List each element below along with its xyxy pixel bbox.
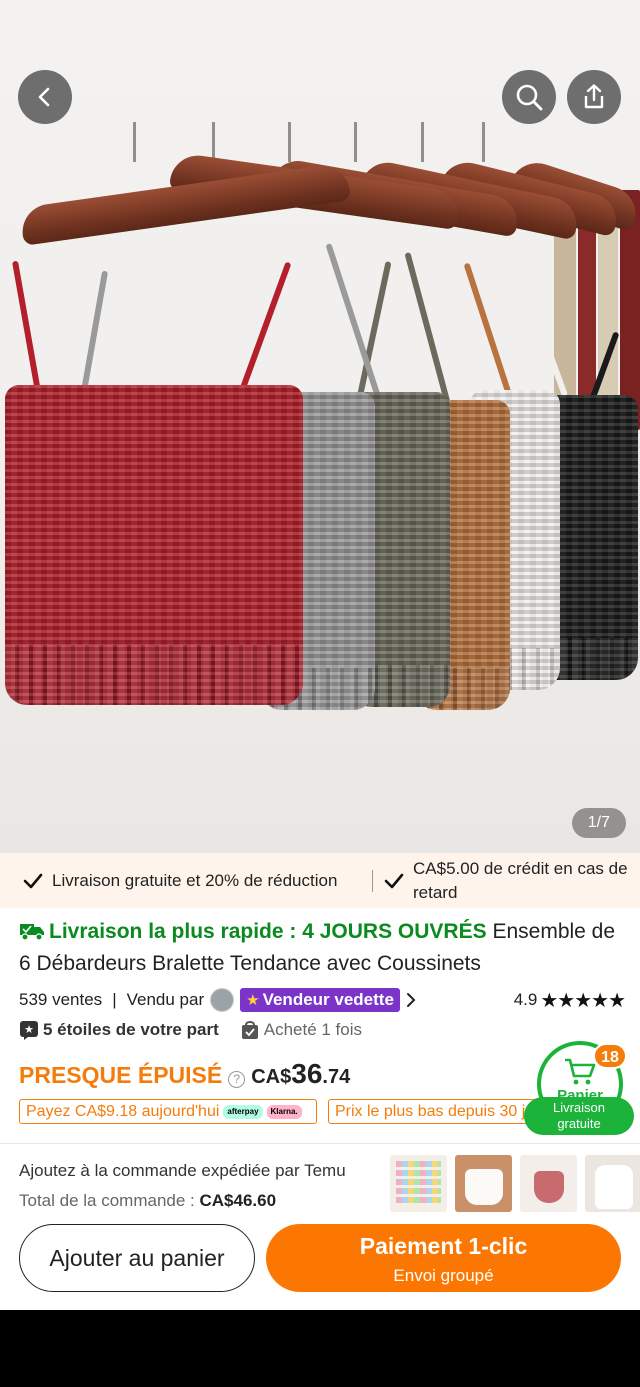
product-image[interactable]: 1/7 [0,0,640,853]
thumbnail-stickers[interactable] [390,1155,447,1212]
seller-avatar[interactable] [210,988,235,1012]
search-icon [516,84,543,111]
check-icon [23,873,43,888]
divider [0,1143,640,1144]
share-button[interactable] [567,70,621,124]
star-icon: ★ [246,992,260,1009]
back-button[interactable] [18,70,72,124]
add-to-cart-button[interactable]: Ajouter au panier [19,1224,255,1292]
thumbnail-white-set[interactable] [585,1155,640,1212]
share-icon [584,84,604,109]
cart-icon [565,1058,596,1085]
price-currency: CA$ [251,1066,292,1088]
promo-strip[interactable]: Livraison gratuite et 20% de réduction C… [0,853,640,908]
chevron-right-icon[interactable] [404,991,418,1009]
sold-by-label: Vendu par [126,990,205,1009]
featured-seller-badge[interactable]: ★ Vendeur vedette [240,988,400,1012]
svg-text:★: ★ [24,1023,34,1036]
search-button[interactable] [502,70,556,124]
price-integer: 36 [291,1058,323,1089]
price-decimal: .74 [322,1066,351,1088]
cart-free-shipping: Livraison gratuite [524,1097,634,1135]
free-shipping-text: Livraison gratuite et 20% de réduction [52,870,338,890]
installment-box[interactable]: Payez CA$9.18 aujourd'hui afterpay Klarn… [19,1099,317,1124]
product-page: 1/7 Livraison gratuite et 20% de réducti… [0,0,640,1310]
purchased-count: Acheté 1 fois [263,1020,363,1039]
chevron-left-icon [38,87,50,107]
lowest-price-box[interactable]: Prix le plus bas depuis 30 jours [328,1099,538,1124]
thumbnail-white-top[interactable] [455,1155,512,1212]
addon-thumbnails [390,1155,640,1212]
afterpay-logo: afterpay [223,1104,263,1119]
order-total-value: CA$46.60 [199,1191,277,1210]
sales-count: 539 ventes [19,990,103,1009]
product-meta-2: ★ 5 étoiles de votre part Acheté 1 fois [19,1016,362,1044]
fast-delivery-label: Livraison la plus rapide : 4 JOURS OUVRÉ… [49,920,487,943]
your-review: 5 étoiles de votre part [43,1020,219,1039]
review-star-icon: ★ [20,1021,38,1040]
product-title: Livraison la plus rapide : 4 JOURS OUVRÉ… [19,916,627,980]
truck-icon [20,924,44,941]
price-row: PRESQUE ÉPUISÉ ? CA$ 36 .74 [19,1058,350,1092]
rating-value: 4.9 [513,990,538,1009]
klarna-logo: Klarna. [266,1104,302,1119]
grouped-shipping-label: Envoi groupé [393,1266,494,1285]
cart-count-badge: 18 [593,1043,627,1069]
info-icon[interactable]: ? [228,1071,246,1088]
order-total: Total de la commande : CA$46.60 [19,1191,277,1210]
product-meta: 539 ventes | Vendu par ★ Vendeur vedette … [19,988,626,1013]
image-counter: 1/7 [571,808,626,838]
addon-section[interactable]: Ajoutez à la commande expédiée par Temu … [19,1156,346,1216]
late-credit-text: CA$5.00 de crédit en cas de retard [413,858,628,902]
rating[interactable]: 4.9 ★★★★★ [513,988,626,1013]
stock-status: PRESQUE ÉPUISÉ [19,1062,223,1088]
garment-red [5,385,303,705]
bag-check-icon [241,1021,258,1039]
one-click-pay-button[interactable]: Paiement 1-clic Envoi groupé [266,1224,621,1292]
one-click-pay-label: Paiement 1-clic [359,1233,528,1259]
rating-stars: ★★★★★ [540,989,626,1012]
thumbnail-pink-top[interactable] [520,1155,577,1212]
addon-text: Ajoutez à la commande expédiée par Temu [19,1161,346,1180]
check-icon [384,873,404,888]
